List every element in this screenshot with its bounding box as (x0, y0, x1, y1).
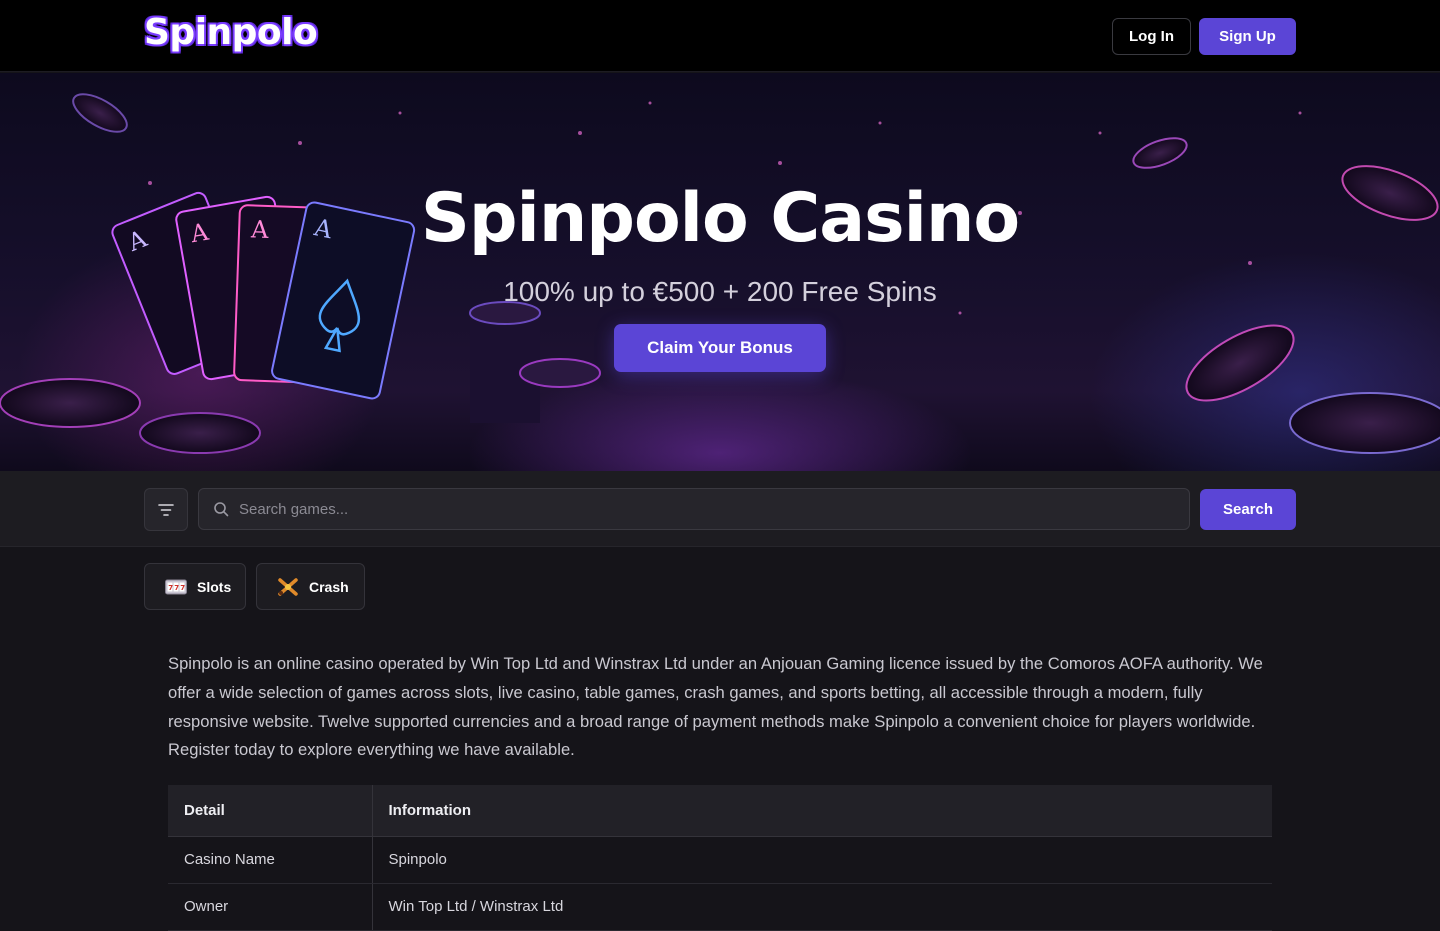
hero-title: Spinpolo Casino (420, 179, 1020, 258)
category-chip-crash[interactable]: Crash (256, 563, 365, 610)
crash-icon (278, 577, 298, 596)
site-header: Spinpolo Log In Sign Up (0, 0, 1440, 72)
site-logo[interactable]: Spinpolo (144, 12, 318, 53)
login-button[interactable]: Log In (1112, 18, 1191, 55)
category-label: Crash (309, 578, 349, 595)
table-cell: Casino Name (168, 836, 373, 884)
table-cell: Owner (168, 883, 373, 931)
search-field (198, 488, 1190, 530)
search-button[interactable]: Search (1200, 489, 1296, 530)
table-row: Casino Name Spinpolo (168, 836, 1272, 884)
search-input[interactable] (239, 489, 1179, 529)
hero-banner: A A A A Spinpolo Casino 100% up to €500 … (0, 73, 1440, 471)
svg-text:7: 7 (174, 584, 179, 592)
table-header-information: Information (372, 785, 1272, 837)
category-label: Slots (197, 578, 232, 595)
claim-bonus-button[interactable]: Claim Your Bonus (614, 324, 826, 372)
svg-text:7: 7 (180, 584, 185, 592)
casino-info-table: Detail Information Casino Name Spinpolo … (168, 785, 1272, 931)
slot-machine-icon: 7 7 7 (165, 579, 187, 594)
hero-background-art: A A A A (0, 93, 1440, 454)
filter-button[interactable] (144, 488, 188, 531)
table-cell: Spinpolo (372, 836, 1272, 884)
search-icon (214, 502, 229, 517)
table-header-row: Detail Information (168, 785, 1272, 837)
category-chip-slots[interactable]: 7 7 7 Slots (144, 563, 246, 610)
table-cell: Win Top Ltd / Winstrax Ltd (372, 883, 1272, 931)
signup-button[interactable]: Sign Up (1199, 18, 1296, 55)
svg-text:7: 7 (168, 584, 173, 592)
casino-intro-text: Spinpolo is an online casino operated by… (168, 654, 1263, 760)
hero-subtitle: 100% up to €500 + 200 Free Spins (503, 276, 937, 307)
filter-icon (158, 503, 174, 516)
table-header-detail: Detail (168, 785, 373, 837)
game-search-bar: Search (0, 471, 1440, 547)
table-row: Owner Win Top Ltd / Winstrax Ltd (168, 883, 1272, 931)
